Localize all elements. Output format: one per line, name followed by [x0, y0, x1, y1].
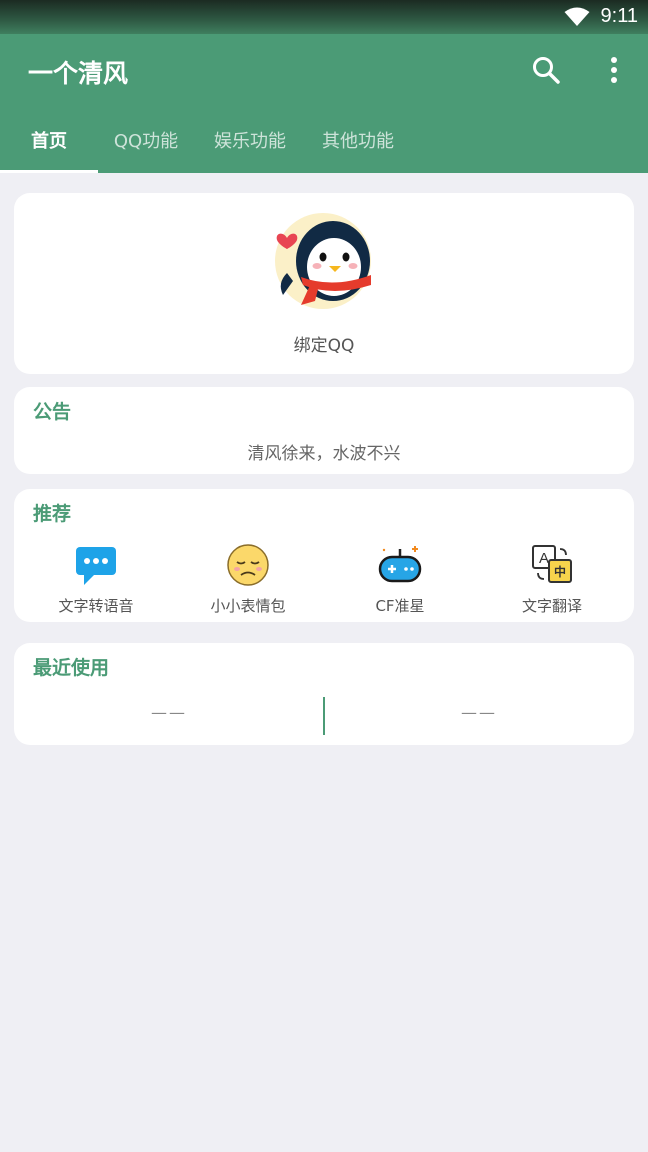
text-translate-label: 文字翻译: [521, 597, 582, 615]
more-vert-icon: [611, 57, 617, 83]
chat-bubble-icon: [76, 547, 116, 585]
emoji-pack-item[interactable]: 小小表情包: [178, 539, 318, 617]
emoji-face-icon: [227, 544, 269, 586]
tab-indicator: [0, 170, 98, 173]
tab-entertainment[interactable]: 娱乐功能: [200, 122, 300, 173]
wifi-icon: [564, 7, 590, 26]
cf-crosshair-item[interactable]: CF准星: [330, 539, 470, 617]
text-translate-item[interactable]: A 中 文字翻译: [482, 539, 622, 617]
notice-title: 公告: [33, 401, 72, 423]
text-to-speech-item[interactable]: 文字转语音: [26, 539, 166, 617]
notice-text: 清风徐来，水波不兴: [247, 444, 401, 464]
profile-card: 绑定QQ: [14, 193, 634, 374]
recommend-card: 推荐 文字转语音 小小表情包 CF准星 A 中 文字翻译: [14, 489, 634, 622]
app-bar: 一个清风 首页 QQ功能 娱乐功能 其他功能: [0, 34, 648, 173]
search-button[interactable]: [530, 54, 564, 88]
recent-slot-2[interactable]: ——: [379, 703, 579, 722]
svg-text:A: A: [539, 550, 549, 567]
recent-card: 最近使用 —— ——: [14, 643, 634, 745]
tab-qq-features[interactable]: QQ功能: [98, 122, 194, 173]
penguin-avatar-icon: [275, 213, 371, 309]
translate-icon: A 中: [532, 545, 572, 583]
bind-qq-label[interactable]: 绑定QQ: [14, 331, 634, 356]
search-icon: [533, 57, 560, 84]
app-title: 一个清风: [28, 59, 129, 88]
status-bar: 9:11: [0, 0, 648, 34]
recent-divider: [323, 697, 325, 735]
tab-bar: 首页 QQ功能 娱乐功能 其他功能: [0, 122, 648, 173]
bind-qq-avatar[interactable]: [273, 213, 375, 309]
recent-slot-1[interactable]: ——: [69, 703, 269, 722]
text-to-speech-label: 文字转语音: [58, 597, 134, 615]
notice-card: 公告 清风徐来，水波不兴: [14, 387, 634, 474]
tab-home[interactable]: 首页: [0, 122, 98, 173]
gamepad-icon: [378, 546, 422, 583]
status-time: 9:11: [600, 5, 638, 27]
svg-text:中: 中: [554, 564, 566, 579]
more-options-button[interactable]: [600, 54, 628, 88]
cf-crosshair-label: CF准星: [375, 597, 425, 615]
recent-title: 最近使用: [33, 657, 110, 679]
tab-other-features[interactable]: 其他功能: [308, 122, 408, 173]
emoji-pack-label: 小小表情包: [210, 597, 286, 615]
recommend-title: 推荐: [33, 503, 72, 525]
